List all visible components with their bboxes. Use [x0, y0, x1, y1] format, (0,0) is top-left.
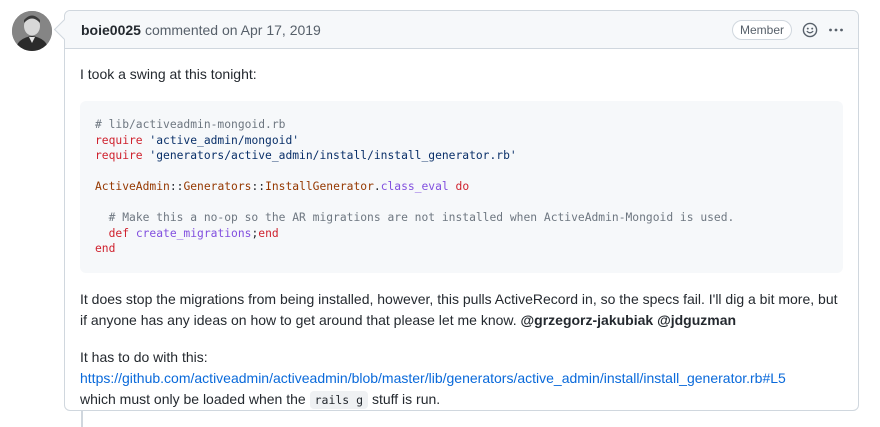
- inline-code-rails-g: rails g: [309, 391, 369, 409]
- header-actions: Member: [731, 19, 844, 40]
- code-separator: ::: [251, 180, 266, 193]
- code-block: # lib/activeadmin-mongoid.rb require 'ac…: [80, 101, 843, 273]
- code-constant: Generators: [183, 180, 252, 193]
- smiley-icon[interactable]: [802, 22, 818, 38]
- code-separator: ::: [169, 180, 184, 193]
- timeline-line: [81, 410, 83, 427]
- code-keyword: require: [95, 149, 143, 162]
- comment-body: I took a swing at this tonight: # lib/ac…: [65, 49, 858, 411]
- intro-text: I took a swing at this tonight:: [80, 66, 257, 82]
- code-string: 'active_admin/mongoid': [149, 133, 300, 147]
- code-constant: InstallGenerator: [265, 180, 374, 193]
- code-keyword: end: [95, 242, 116, 255]
- code-string: 'generators/active_admin/install/install…: [149, 149, 517, 162]
- reference-pre: which must only be loaded when the: [80, 391, 306, 407]
- code-keyword: end: [258, 226, 279, 240]
- comment-timestamp[interactable]: commented on Apr 17, 2019: [145, 22, 321, 38]
- install-generator-link[interactable]: https://github.com/activeadmin/activeadm…: [80, 370, 786, 386]
- code-function: class_eval: [380, 180, 449, 193]
- code-comment: # lib/activeadmin-mongoid.rb: [95, 118, 286, 131]
- comment-header: boie0025 commented on Apr 17, 2019 Membe…: [65, 11, 858, 49]
- paragraph-reference: It has to do with this: https://github.c…: [80, 347, 843, 411]
- kebab-horizontal-icon[interactable]: [828, 22, 844, 38]
- code-keyword: def: [108, 226, 130, 240]
- user-avatar-icon: [12, 11, 52, 51]
- code-comment: # Make this a no-op so the AR migrations…: [108, 211, 735, 224]
- avatar[interactable]: [12, 11, 52, 51]
- code-constant: ActiveAdmin: [95, 180, 170, 193]
- reference-post: stuff is run.: [371, 391, 441, 407]
- member-badge: Member: [731, 19, 792, 40]
- paragraph-specs: It does stop the migrations from being i…: [80, 289, 843, 331]
- code-dot: .: [373, 180, 381, 193]
- author-link[interactable]: boie0025: [81, 22, 141, 38]
- code-keyword: do: [455, 180, 470, 193]
- code-function: create_migrations: [135, 226, 252, 240]
- mention-jdguzman[interactable]: @jdguzman: [657, 312, 736, 328]
- mention-grzegorz-jakubiak[interactable]: @grzegorz-jakubiak: [521, 312, 654, 328]
- code-keyword: require: [95, 133, 143, 147]
- comment-box: boie0025 commented on Apr 17, 2019 Membe…: [64, 10, 859, 411]
- reference-intro: It has to do with this:: [80, 349, 208, 365]
